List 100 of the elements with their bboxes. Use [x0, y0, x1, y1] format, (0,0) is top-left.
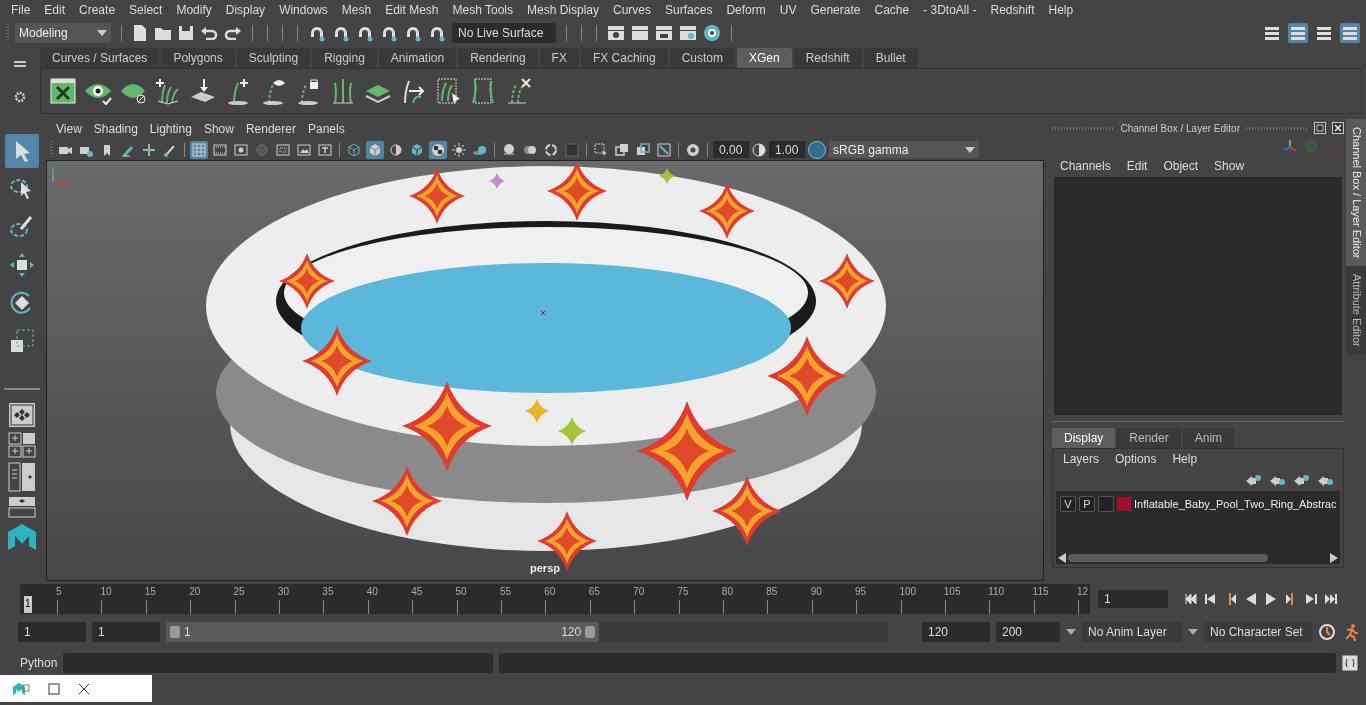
start-frame-field[interactable]: 1	[18, 622, 86, 642]
menu-item[interactable]: Edit Mesh	[378, 3, 446, 17]
light-bulb-icon[interactable]	[451, 141, 467, 158]
close-icon[interactable]	[78, 682, 90, 695]
sphere-icon[interactable]	[501, 141, 517, 158]
shelf-tab[interactable]: Bullet	[863, 48, 918, 68]
range-slider[interactable]: 1 120	[166, 622, 888, 642]
menu-item[interactable]: UV	[772, 3, 804, 17]
move-icon[interactable]	[141, 141, 157, 158]
playback-toggle[interactable]: P	[1079, 496, 1095, 512]
shelf-tab[interactable]: Animation	[378, 48, 457, 68]
layer-color-swatch[interactable]	[1117, 497, 1131, 511]
scale-icon[interactable]	[9, 328, 35, 354]
aperture-icon[interactable]	[685, 141, 701, 158]
save-icon[interactable]	[178, 25, 194, 41]
render-settings-icon[interactable]	[607, 25, 625, 41]
app-window-icon[interactable]	[12, 681, 30, 696]
new-layer-icon[interactable]	[1293, 474, 1310, 486]
layer-name[interactable]: Inflatable_Baby_Pool_Two_Ring_Abstrac	[1134, 498, 1337, 510]
half-moon-icon[interactable]	[388, 141, 404, 158]
menu-item[interactable]: Modify	[169, 3, 219, 17]
shelf-tab[interactable]: FX Caching	[580, 48, 668, 68]
channel-menu-item[interactable]: Channels	[1060, 159, 1111, 173]
layer-menu-item[interactable]: Options	[1115, 452, 1157, 466]
picture-icon[interactable]	[296, 141, 312, 158]
play-backward-icon[interactable]	[1244, 593, 1258, 605]
menu-item[interactable]: Help	[1041, 3, 1081, 17]
checker-icon[interactable]	[430, 141, 446, 158]
menu-item[interactable]: Deform	[719, 3, 773, 17]
color-management-toggle[interactable]	[808, 140, 826, 159]
live-surface-field[interactable]: No Live Surface	[452, 23, 556, 43]
menu-item[interactable]: Curves	[606, 3, 659, 17]
side-tab[interactable]: Attribute Editor	[1346, 266, 1366, 356]
image-frame-icon[interactable]	[656, 141, 672, 158]
gamma-field[interactable]: 1.00	[769, 141, 805, 158]
range-handle[interactable]	[585, 626, 596, 638]
go-to-start-icon[interactable]	[1184, 593, 1198, 605]
current-frame-marker[interactable]: 1	[24, 596, 32, 613]
menu-item[interactable]: Windows	[272, 3, 335, 17]
scroll-right-icon[interactable]	[1330, 553, 1339, 563]
viewport-menu-item[interactable]: Panels	[301, 122, 351, 136]
step-forward-icon[interactable]	[1304, 593, 1318, 605]
frame-icon[interactable]	[469, 77, 497, 105]
menu-item[interactable]: Create	[72, 3, 123, 17]
script-editor-icon[interactable]	[1342, 655, 1358, 671]
gamma-icon[interactable]	[752, 142, 766, 157]
shelf-tab[interactable]: Sculpting	[236, 48, 311, 68]
copy-icon[interactable]	[635, 141, 651, 158]
scroll-left-icon[interactable]	[1058, 553, 1066, 563]
menu-item[interactable]: Redshift	[983, 3, 1042, 17]
render-gear-icon[interactable]	[679, 25, 697, 41]
copy-icon[interactable]	[614, 141, 630, 158]
anim-layer-dropdown[interactable]: No Anim Layer	[1082, 622, 1182, 642]
layer-tab[interactable]: Display	[1052, 428, 1116, 448]
menu-item[interactable]: Mesh	[334, 3, 379, 17]
scrollbar-thumb[interactable]	[1068, 554, 1268, 562]
shelf-tab[interactable]: Redshift	[793, 48, 862, 68]
menu-item[interactable]: Surfaces	[658, 3, 720, 17]
float-window-icon[interactable]	[1314, 122, 1327, 134]
film-icon[interactable]	[212, 141, 228, 158]
go-to-end-icon[interactable]	[1324, 593, 1338, 605]
frame-cursor-icon[interactable]	[434, 77, 462, 105]
frame-icon[interactable]	[275, 141, 291, 158]
anim-prefs-icon[interactable]	[1318, 623, 1336, 641]
text-frame-icon[interactable]	[317, 141, 333, 158]
menu-icon[interactable]	[14, 59, 26, 68]
undo-icon[interactable]	[200, 26, 218, 40]
command-language-label[interactable]: Python	[20, 656, 58, 670]
outliner-layout-icon[interactable]	[8, 462, 36, 492]
play-forward-icon[interactable]	[1264, 593, 1278, 605]
paint-select-icon[interactable]	[9, 214, 35, 240]
shelf-tab[interactable]: Polygons	[161, 48, 235, 68]
shelf-tab[interactable]: Rendering	[458, 48, 538, 68]
layer-menu-item[interactable]: Layers	[1063, 452, 1100, 466]
move-icon[interactable]	[9, 252, 35, 278]
ipr-render-icon[interactable]	[655, 25, 673, 41]
wireframe-cube-icon[interactable]	[346, 141, 362, 158]
render-view-icon[interactable]	[703, 24, 721, 42]
shelf-tab[interactable]: XGen	[736, 48, 792, 68]
current-frame-field[interactable]: 1	[1098, 590, 1168, 608]
step-back-icon[interactable]	[1204, 593, 1218, 605]
shaded-cube-icon[interactable]	[367, 141, 383, 158]
ring-icon[interactable]	[543, 141, 559, 158]
playback-start-field[interactable]: 1	[92, 622, 160, 642]
channel-menu-item[interactable]: Edit	[1126, 159, 1148, 173]
axes-icon[interactable]	[1282, 138, 1299, 154]
menu-item[interactable]: Generate	[803, 3, 868, 17]
shelf-tab[interactable]: Custom	[669, 48, 735, 68]
menu-item[interactable]: Edit	[37, 3, 73, 17]
menu-item[interactable]: Mesh Display	[520, 3, 607, 17]
shelf-tab[interactable]: FX	[539, 48, 579, 68]
menu-item[interactable]: Cache	[867, 3, 917, 17]
menu-item[interactable]: Select	[122, 3, 170, 17]
range-handle[interactable]	[170, 626, 180, 638]
channel-menu-item[interactable]: Object	[1163, 159, 1199, 173]
shelf-tab[interactable]: Rigging	[312, 48, 377, 68]
reference-toggle[interactable]	[1098, 496, 1114, 512]
settings-icon[interactable]	[14, 90, 26, 103]
four-pane-layout-icon[interactable]	[8, 432, 36, 458]
side-tab[interactable]: Channel Box / Layer Editor	[1346, 119, 1366, 267]
